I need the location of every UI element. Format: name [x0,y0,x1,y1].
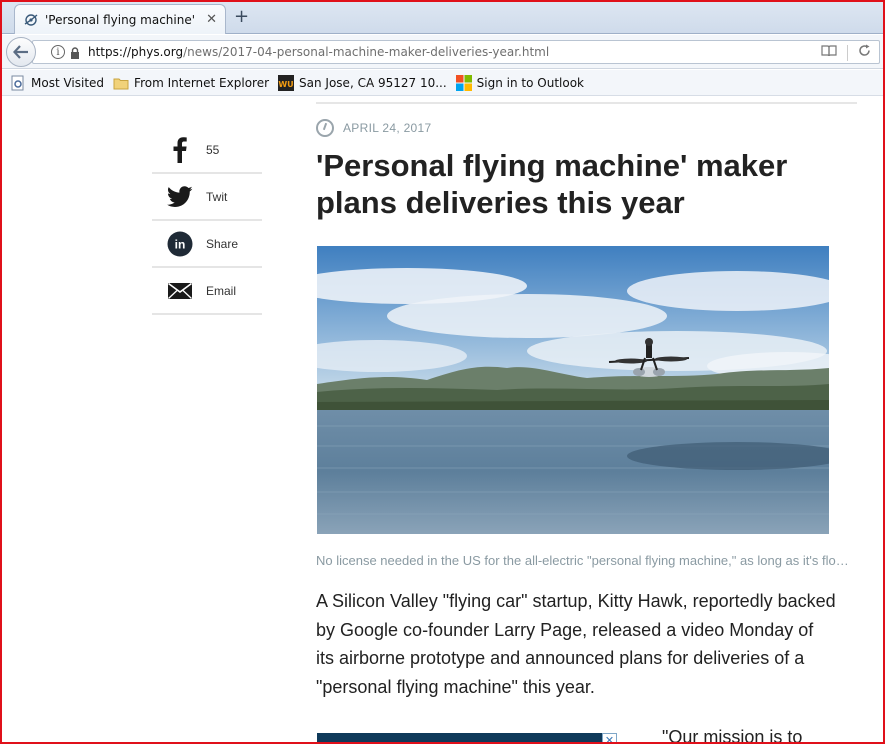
article-quote: "Our mission is to [662,727,803,744]
gear-page-icon [10,75,26,91]
back-button[interactable] [6,37,36,67]
bookmark-most-visited[interactable]: Most Visited [10,75,104,91]
article-body: A Silicon Valley "flying car" startup, K… [316,591,836,697]
site-info-icon[interactable]: i [51,45,65,59]
reload-icon[interactable] [858,44,871,61]
browser-window: 'Personal flying machine' ... ✕ + i http… [0,0,885,744]
url-path: /news/2017-04-personal-machine-maker-del… [183,45,550,59]
url-host: https://phys.org [88,45,184,59]
article-photo[interactable] [317,246,829,534]
bookmark-outlook[interactable]: Sign in to Outlook [455,74,584,91]
address-bar[interactable]: i https://phys.org/news/2017-04-personal… [32,40,880,64]
bookmark-label: San Jose, CA 95127 10... [299,75,447,90]
share-label: Twit [206,189,228,204]
url-divider [847,44,848,61]
share-twitter-button[interactable]: Twit [152,174,262,221]
share-count: 55 [206,142,220,157]
bookmark-label: Sign in to Outlook [476,75,584,90]
folder-icon [113,75,129,91]
ad-close-icon[interactable]: ✕ [602,733,617,742]
navigation-bar: i https://phys.org/news/2017-04-personal… [2,35,883,69]
back-arrow-icon [13,45,28,59]
svg-text:WU: WU [278,80,293,89]
tab-close-icon[interactable]: ✕ [206,12,217,27]
article-headline: 'Personal flying machine' maker plans de… [316,148,788,220]
tab-title: 'Personal flying machine' ... [45,12,201,27]
bookmarks-bar: Most Visited From Internet Explorer WU S… [2,70,883,96]
email-icon [166,277,194,305]
flying-machine-photo [317,246,829,534]
clock-icon [316,119,334,137]
date-text: APRIL 24, 2017 [343,121,432,135]
photo-caption: No license needed in the US for the all-… [316,553,857,568]
windows-icon [455,74,472,91]
twitter-icon [166,183,194,211]
lock-icon [70,46,80,59]
wu-icon: WU [278,74,295,91]
share-email-button[interactable]: Email [152,268,262,315]
linkedin-icon: in [166,230,194,258]
bookmark-from-internet-explorer[interactable]: From Internet Explorer [113,75,269,91]
physorg-favicon-icon [23,12,39,28]
tab-strip: 'Personal flying machine' ... ✕ + [2,2,883,34]
svg-text:in: in [175,237,186,251]
advertisement[interactable]: ✕ [317,733,617,742]
bookmark-label: From Internet Explorer [134,75,270,90]
new-tab-button[interactable]: + [234,6,249,27]
bookmark-san-jose-weather[interactable]: WU San Jose, CA 95127 10... [278,74,447,91]
bookmark-label: Most Visited [31,75,105,90]
tab-active[interactable]: 'Personal flying machine' ... ✕ [14,4,226,34]
reader-view-icon[interactable] [821,44,837,61]
share-sidebar: 55 Twit in Share Email [152,127,262,315]
share-facebook-button[interactable]: 55 [152,127,262,174]
share-label: Email [206,283,237,298]
article-date: APRIL 24, 2017 [316,119,431,137]
facebook-icon [166,136,194,164]
divider [316,102,857,104]
share-label: Share [206,236,239,251]
url-text: https://phys.org/news/2017-04-personal-m… [88,45,549,59]
page-content: 55 Twit in Share Email APRIL 24, 2017 'P… [2,97,883,744]
share-linkedin-button[interactable]: in Share [152,221,262,268]
